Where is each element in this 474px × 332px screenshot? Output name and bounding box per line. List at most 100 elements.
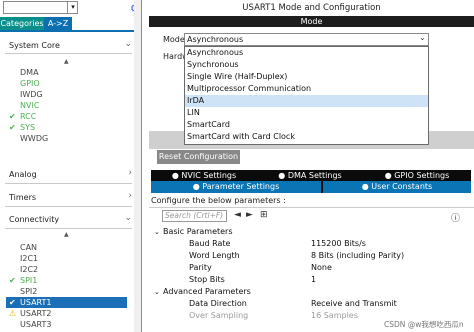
- group-title: Connectivity: [9, 215, 60, 224]
- tab-nvic-settings[interactable]: ● NVIC Settings: [151, 170, 257, 181]
- check-circle-icon: ●: [278, 171, 288, 180]
- option-lin[interactable]: LIN: [185, 107, 428, 119]
- section-basic-parameters[interactable]: ⌄ Basic Parameters: [149, 226, 474, 238]
- check-icon: ✔: [9, 276, 16, 285]
- option-smartcard[interactable]: SmartCard: [185, 119, 428, 131]
- list-item-usart3[interactable]: USART3: [20, 320, 52, 329]
- search-dropdown-chevron-icon[interactable]: ▾: [67, 1, 78, 14]
- list-item-usart1[interactable]: USART1: [20, 298, 52, 307]
- param-value[interactable]: Receive and Transmit: [311, 298, 397, 310]
- mode-select[interactable]: Asynchronous: [184, 33, 429, 46]
- tab-label: Parameter Settings: [202, 182, 280, 191]
- list-item-dma[interactable]: DMA: [20, 68, 39, 77]
- search-prev-icon[interactable]: ◄: [234, 210, 241, 220]
- param-name: Over Sampling: [189, 311, 249, 320]
- tab-label: GPIO Settings: [394, 171, 450, 180]
- tab-categories[interactable]: Categories: [0, 17, 44, 30]
- tab-label: NVIC Settings: [181, 171, 237, 180]
- info-icon[interactable]: ⓘ: [451, 211, 460, 224]
- group-title: Timers: [9, 193, 37, 202]
- mode-dropdown-list: Asynchronous Synchronous Single Wire (Ha…: [184, 46, 429, 145]
- tab-gpio-settings[interactable]: ● GPIO Settings: [363, 170, 471, 181]
- expand-all-icon[interactable]: ⊞: [260, 210, 268, 220]
- param-name: Word Length: [189, 251, 240, 260]
- divider: [5, 183, 132, 184]
- chevron-right-icon: ›: [128, 191, 132, 201]
- list-item-i2c1[interactable]: I2C1: [20, 254, 38, 263]
- settings-tabs-row-1: ● NVIC Settings ● DMA Settings ● GPIO Se…: [151, 170, 471, 181]
- list-item-wwdg[interactable]: WWDG: [20, 134, 48, 143]
- tab-label: DMA Settings: [287, 171, 342, 180]
- param-name: Baud Rate: [189, 239, 231, 248]
- collapse-icon[interactable]: ⌄: [154, 286, 160, 298]
- check-icon: ✔: [9, 112, 16, 121]
- param-value[interactable]: None: [311, 262, 332, 274]
- param-row[interactable]: Stop Bits 1: [149, 274, 474, 286]
- tab-dma-settings[interactable]: ● DMA Settings: [257, 170, 363, 181]
- check-circle-icon: ●: [171, 171, 182, 180]
- list-item-gpio[interactable]: GPIO: [20, 79, 40, 88]
- page-title: USART1 Mode and Configuration: [149, 0, 474, 16]
- group-title: Analog: [9, 170, 37, 179]
- option-irda[interactable]: IrDA: [185, 95, 428, 107]
- list-item-i2c2[interactable]: I2C2: [20, 265, 38, 274]
- sort-up-icon[interactable]: ▲: [64, 231, 69, 238]
- reset-configuration-button[interactable]: Reset Configuration: [157, 150, 240, 164]
- left-panel: ▾ ⚙ Categories A->Z System Core ⌄ ▲ DMA …: [0, 0, 142, 332]
- list-item-iwdg[interactable]: IWDG: [20, 90, 43, 99]
- warning-icon: ⚠: [9, 309, 17, 318]
- parameter-search-input[interactable]: Search (Crtl+F): [162, 210, 227, 222]
- group-title: System Core: [9, 41, 60, 50]
- check-circle-icon: ●: [384, 171, 395, 180]
- check-circle-icon: ●: [361, 182, 372, 191]
- param-name: Data Direction: [189, 299, 247, 308]
- tab-user-constants[interactable]: ● User Constants: [323, 181, 471, 193]
- list-item-usart2[interactable]: USART2: [20, 309, 52, 318]
- section-advanced-parameters[interactable]: ⌄ Advanced Parameters: [149, 286, 474, 298]
- check-icon: ✔: [9, 298, 16, 307]
- tab-parameter-settings[interactable]: ● Parameter Settings: [151, 181, 321, 193]
- group-connectivity[interactable]: Connectivity ⌄: [0, 213, 134, 227]
- option-multiprocessor[interactable]: Multiprocessor Communication: [185, 83, 428, 95]
- chevron-right-icon: ›: [128, 168, 132, 178]
- check-icon: ✔: [9, 123, 16, 132]
- option-synchronous[interactable]: Synchronous: [185, 59, 428, 71]
- section-title: Basic Parameters: [163, 227, 233, 236]
- param-row[interactable]: Baud Rate 115200 Bits/s: [149, 238, 474, 250]
- option-single-wire[interactable]: Single Wire (Half-Duplex): [185, 71, 428, 83]
- list-item-spi1[interactable]: SPI1: [20, 276, 37, 285]
- divider: [5, 206, 132, 207]
- list-item-nvic[interactable]: NVIC: [20, 101, 39, 110]
- collapse-icon[interactable]: ⌄: [154, 226, 160, 238]
- divider: [5, 228, 132, 229]
- sort-up-icon[interactable]: ▲: [64, 58, 69, 65]
- param-row[interactable]: Word Length 8 Bits (including Parity): [149, 250, 474, 262]
- list-item-rcc[interactable]: RCC: [20, 112, 36, 121]
- divider: [149, 207, 474, 208]
- section-title: Advanced Parameters: [163, 287, 251, 296]
- list-item-spi2[interactable]: SPI2: [20, 287, 37, 296]
- list-item-can[interactable]: CAN: [20, 243, 37, 252]
- group-system-core[interactable]: System Core ⌄: [0, 39, 134, 53]
- param-row[interactable]: Data Direction Receive and Transmit: [149, 298, 474, 310]
- configure-hint: Configure the below parameters :: [151, 196, 286, 205]
- param-value[interactable]: 115200 Bits/s: [311, 238, 366, 250]
- param-row[interactable]: Parity None: [149, 262, 474, 274]
- param-value[interactable]: 16 Samples: [311, 310, 358, 322]
- param-value[interactable]: 8 Bits (including Parity): [311, 250, 404, 262]
- chevron-down-icon: ⌄: [124, 213, 132, 223]
- group-timers[interactable]: Timers ›: [0, 191, 134, 205]
- list-item-sys[interactable]: SYS: [20, 123, 35, 132]
- group-analog[interactable]: Analog ›: [0, 168, 134, 182]
- option-smartcard-clock[interactable]: SmartCard with Card Clock: [185, 131, 428, 143]
- watermark-text: CSDN @w我想吃西瓜n: [384, 320, 464, 329]
- left-scrollbar[interactable]: [134, 0, 141, 332]
- param-name: Stop Bits: [189, 275, 225, 284]
- param-value[interactable]: 1: [311, 274, 316, 286]
- chevron-down-icon[interactable]: ⌄: [419, 33, 426, 42]
- search-next-icon[interactable]: ►: [246, 210, 253, 220]
- tab-a-z[interactable]: A->Z: [44, 17, 72, 30]
- divider: [5, 53, 132, 54]
- mode-label: Mode: [163, 35, 185, 44]
- option-asynchronous[interactable]: Asynchronous: [185, 47, 428, 59]
